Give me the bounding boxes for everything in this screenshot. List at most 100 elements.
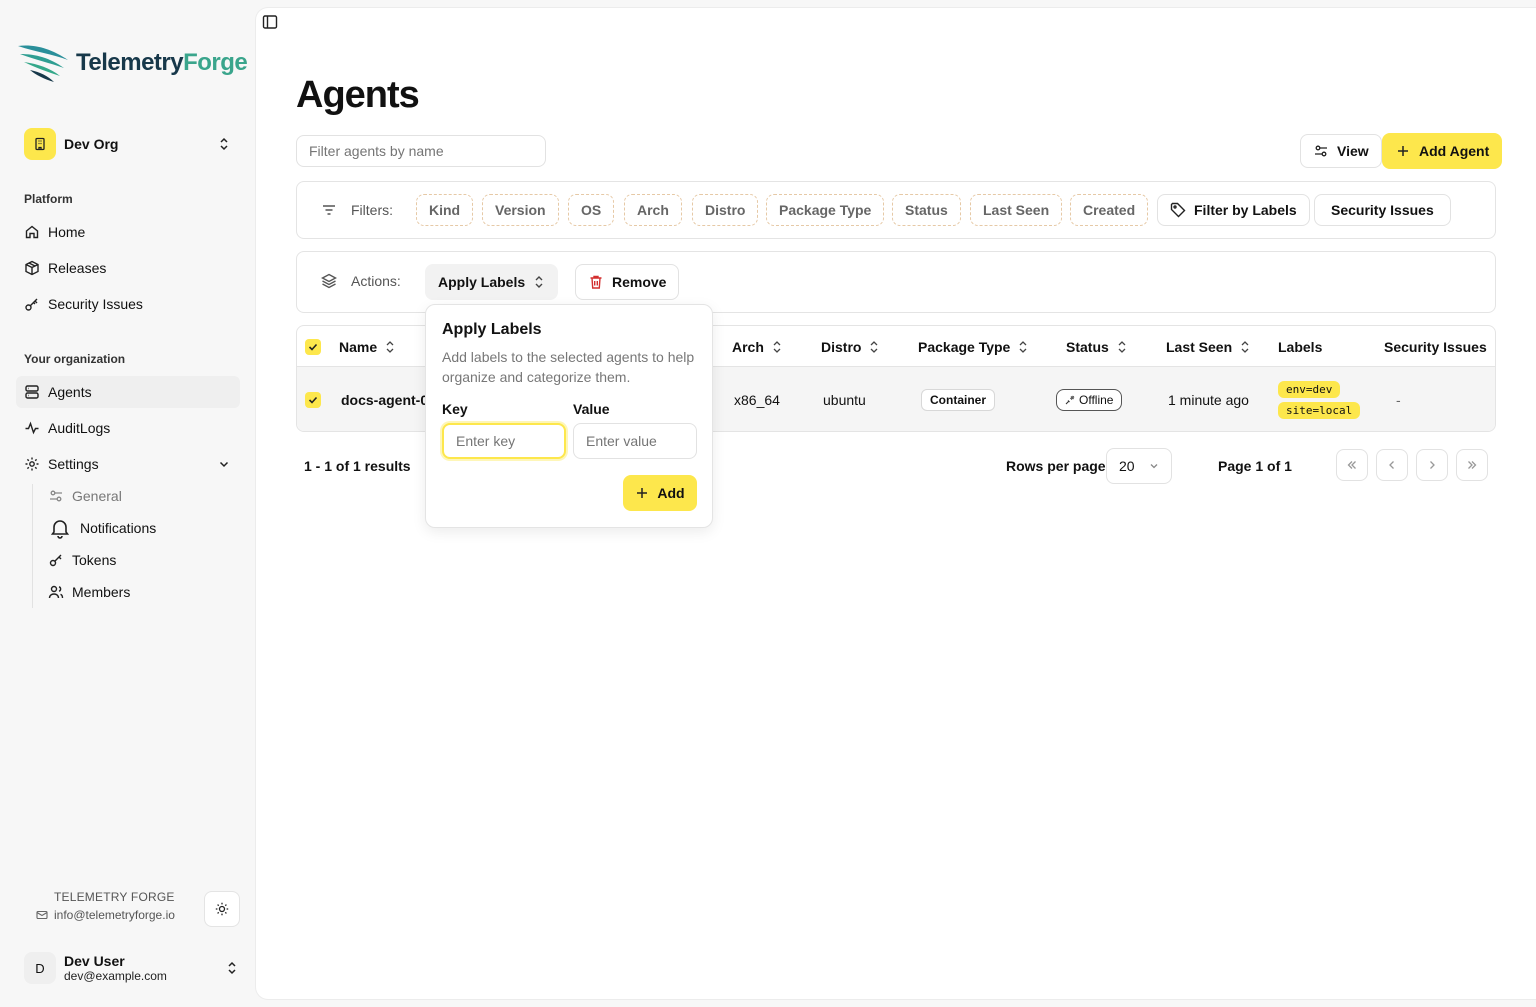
chevrons-up-down-icon: [216, 136, 232, 152]
add-agent-button[interactable]: Add Agent: [1382, 133, 1503, 169]
security-issues-filter-button[interactable]: Security Issues: [1314, 194, 1451, 226]
home-icon: [24, 224, 40, 240]
footer-contact[interactable]: info@telemetryforge.io: [36, 908, 175, 922]
layers-icon: [321, 273, 337, 289]
filter-chip-os[interactable]: OS: [568, 194, 615, 226]
key-icon: [48, 552, 64, 568]
column-header-distro[interactable]: Distro: [821, 326, 879, 367]
sort-icon: [869, 340, 879, 354]
status-badge: Offline: [1056, 388, 1123, 411]
column-header-label: Arch: [732, 338, 764, 355]
sidebar-item-label: General: [72, 488, 122, 504]
row-checkbox[interactable]: [305, 367, 321, 431]
package-icon: [24, 260, 40, 276]
sidebar-item-agents[interactable]: Agents: [16, 376, 240, 408]
sidebar-item-label: Security Issues: [48, 296, 143, 312]
column-header-arch[interactable]: Arch: [732, 326, 782, 367]
filters-label: Filters:: [351, 202, 393, 218]
sidebar-item-members[interactable]: Members: [40, 576, 240, 608]
sort-icon: [1240, 340, 1250, 354]
select-all-checkbox[interactable]: [305, 326, 321, 367]
sidebar-item-settings[interactable]: Settings: [16, 448, 240, 480]
activity-icon: [24, 420, 40, 436]
key-icon: [24, 296, 40, 312]
tag-icon: [1170, 202, 1186, 218]
label-key-input[interactable]: [442, 423, 566, 459]
label-pill: site=local: [1278, 401, 1361, 419]
sidebar-item-security-issues[interactable]: Security Issues: [16, 288, 240, 320]
user-info: Dev User dev@example.com: [64, 953, 224, 983]
add-label-button-label: Add: [657, 485, 685, 501]
sidebar-item-label: Settings: [48, 456, 99, 472]
sidebar-toggle-icon[interactable]: [262, 14, 278, 30]
value-label: Value: [573, 401, 610, 417]
logo[interactable]: TelemetryForge: [16, 42, 248, 84]
apply-labels-popover: Apply Labels Add labels to the selected …: [425, 304, 713, 528]
agent-last-seen: 1 minute ago: [1168, 391, 1249, 408]
label-pill: env=dev: [1278, 380, 1341, 398]
logo-wing-icon: [16, 42, 70, 84]
chevron-right-icon: [1426, 459, 1438, 471]
sidebar-item-label: AuditLogs: [48, 420, 111, 436]
actions-label-group: Actions:: [321, 273, 401, 289]
users-icon: [48, 584, 64, 600]
last-page-button[interactable]: [1456, 449, 1488, 481]
column-header-label: Package Type: [918, 338, 1011, 355]
filters-panel: Filters: Kind Version OS Arch Distro Pac…: [296, 181, 1496, 239]
column-header-status[interactable]: Status: [1066, 326, 1127, 367]
user-menu[interactable]: D Dev User dev@example.com: [24, 948, 240, 988]
filter-chip-kind[interactable]: Kind: [416, 194, 474, 226]
sliders-icon: [48, 488, 64, 504]
gear-icon: [24, 456, 40, 472]
label-value-input[interactable]: [573, 423, 697, 459]
sliders-icon: [1313, 143, 1329, 159]
bell-icon: [48, 516, 72, 540]
org-switcher[interactable]: Dev Org: [16, 124, 240, 164]
column-header-package-type[interactable]: Package Type: [918, 326, 1028, 367]
actions-label: Actions:: [351, 273, 401, 289]
column-header-name[interactable]: Name: [339, 326, 395, 367]
column-header-label: Status: [1066, 338, 1109, 355]
filter-chip-created[interactable]: Created: [1070, 194, 1149, 226]
filter-chip-distro[interactable]: Distro: [692, 194, 759, 226]
sidebar-item-releases[interactable]: Releases: [16, 252, 240, 284]
plus-icon: [635, 486, 649, 500]
chevrons-left-icon: [1346, 459, 1358, 471]
package-type-badge: Container: [921, 388, 996, 411]
filter-chip-status[interactable]: Status: [892, 194, 961, 226]
filter-chip-version[interactable]: Version: [482, 194, 559, 226]
sort-icon: [1018, 340, 1028, 354]
sidebar-item-home[interactable]: Home: [16, 216, 240, 248]
filter-by-labels-button[interactable]: Filter by Labels: [1157, 194, 1310, 226]
page-indicator: Page 1 of 1: [1218, 458, 1292, 474]
filter-by-labels-label: Filter by Labels: [1194, 202, 1297, 218]
add-label-button[interactable]: Add: [623, 475, 697, 511]
agent-name-link[interactable]: docs-agent-0: [341, 367, 428, 431]
trash-icon: [588, 274, 604, 290]
popover-description: Add labels to the selected agents to hel…: [442, 349, 695, 385]
previous-page-button[interactable]: [1376, 449, 1408, 481]
results-count: 1 - 1 of 1 results: [304, 458, 411, 474]
filter-chip-package-type[interactable]: Package Type: [766, 194, 885, 226]
next-page-button[interactable]: [1416, 449, 1448, 481]
view-button[interactable]: View: [1300, 134, 1382, 168]
filter-agents-input[interactable]: [296, 135, 546, 167]
sidebar-item-notifications[interactable]: Notifications: [40, 512, 240, 544]
rows-per-page-value: 20: [1119, 458, 1135, 474]
footer-brand-name: TELEMETRY FORGE: [54, 890, 175, 904]
rows-per-page-select[interactable]: 20: [1106, 448, 1172, 484]
theme-toggle-button[interactable]: [204, 891, 240, 927]
filter-chip-arch[interactable]: Arch: [624, 194, 682, 226]
apply-labels-dropdown[interactable]: Apply Labels: [425, 264, 559, 300]
sidebar-item-auditlogs[interactable]: AuditLogs: [16, 412, 240, 444]
sidebar-item-tokens[interactable]: Tokens: [40, 544, 240, 576]
plus-icon: [1395, 143, 1411, 159]
sidebar-item-general[interactable]: General: [40, 480, 240, 512]
column-header-last-seen[interactable]: Last Seen: [1166, 326, 1250, 367]
remove-button[interactable]: Remove: [575, 264, 680, 300]
filter-chip-last-seen[interactable]: Last Seen: [970, 194, 1063, 226]
agent-distro: ubuntu: [823, 391, 866, 408]
org-name: Dev Org: [64, 136, 119, 152]
first-page-button[interactable]: [1336, 449, 1368, 481]
sidebar-item-label: Releases: [48, 260, 107, 276]
